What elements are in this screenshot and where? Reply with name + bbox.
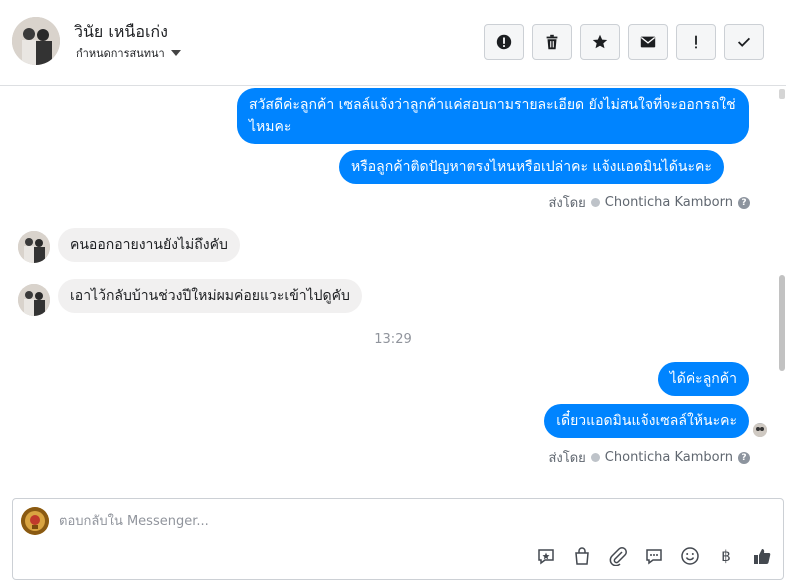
saved-reply-icon[interactable] (535, 545, 557, 567)
star-button[interactable] (580, 24, 620, 60)
alert-circle-icon (496, 34, 512, 50)
star-icon (592, 34, 608, 49)
help-icon[interactable]: ? (738, 451, 750, 464)
spam-button[interactable] (484, 24, 524, 60)
help-icon[interactable]: ? (738, 196, 750, 209)
composer-tools: ฿ (535, 545, 773, 567)
message-outgoing[interactable]: สวัสดีค่ะลูกค้า เซลล์แจ้งว่าลูกค้าแค่สอบ… (237, 88, 749, 144)
follow-up-button[interactable] (676, 24, 716, 60)
conversation-header: วินัย เหนือเก่ง กำหนดการสนทนา (0, 0, 786, 86)
emoji-icon[interactable] (679, 545, 701, 567)
attachment-icon[interactable] (607, 545, 629, 567)
header-actions (484, 24, 764, 60)
sent-by-line: ส่งโดย Chonticha Kamborn ? (548, 447, 750, 468)
mark-unread-button[interactable] (628, 24, 668, 60)
contact-name[interactable]: วินัย เหนือเก่ง (74, 20, 168, 45)
customer-avatar[interactable] (18, 284, 50, 316)
message-thread[interactable]: สวัสดีค่ะลูกค้า เซลล์แจ้งว่าลูกค้าแค่สอบ… (0, 87, 786, 487)
caret-down-icon (170, 50, 181, 56)
sent-by-line: ส่งโดย Chonticha Kamborn ? (548, 192, 750, 213)
scrollbar-top-marker (779, 89, 785, 99)
sent-by-prefix: ส่งโดย (548, 196, 586, 211)
seen-avatar (753, 423, 767, 437)
baht-icon[interactable]: ฿ (715, 545, 737, 567)
scrollbar-thumb[interactable] (779, 275, 785, 371)
message-timestamp: 13:29 (374, 332, 412, 347)
contact-avatar[interactable] (12, 17, 60, 65)
message-outgoing[interactable]: เดี๋ยวแอดมินแจ้งเซลล์ให้นะคะ (544, 404, 749, 438)
sent-by-name[interactable]: Chonticha Kamborn (605, 450, 733, 465)
message-composer: ฿ (12, 498, 784, 580)
page-avatar (21, 507, 49, 535)
assign-conversation-dropdown[interactable]: กำหนดการสนทนา (76, 44, 181, 62)
thumbs-up-icon[interactable] (751, 545, 773, 567)
check-icon (737, 37, 751, 47)
message-incoming[interactable]: เอาไว้กลับบ้านช่วงปีใหม่ผมค่อยแวะเข้าไปด… (58, 279, 362, 313)
sent-by-prefix: ส่งโดย (548, 451, 586, 466)
done-button[interactable] (724, 24, 764, 60)
shop-bag-icon[interactable] (571, 545, 593, 567)
verified-icon (590, 453, 600, 462)
message-outgoing[interactable]: ได้ค่ะลูกค้า (657, 362, 749, 396)
trash-icon (546, 34, 558, 50)
sent-by-name[interactable]: Chonticha Kamborn (605, 195, 733, 210)
assign-label: กำหนดการสนทนา (76, 47, 165, 60)
customer-avatar[interactable] (18, 231, 50, 263)
message-outgoing[interactable]: หรือลูกค้าติดปัญหาตรงไหนหรือเปล่าคะ แจ้ง… (339, 150, 724, 184)
delete-button[interactable] (532, 24, 572, 60)
message-incoming[interactable]: คนออกอายงานยังไม่ถึงคับ (58, 228, 240, 262)
reply-input[interactable] (59, 509, 759, 533)
verified-icon (590, 198, 600, 207)
chat-bubble-icon[interactable] (643, 545, 665, 567)
exclamation-icon (695, 35, 697, 49)
envelope-icon (640, 36, 656, 48)
